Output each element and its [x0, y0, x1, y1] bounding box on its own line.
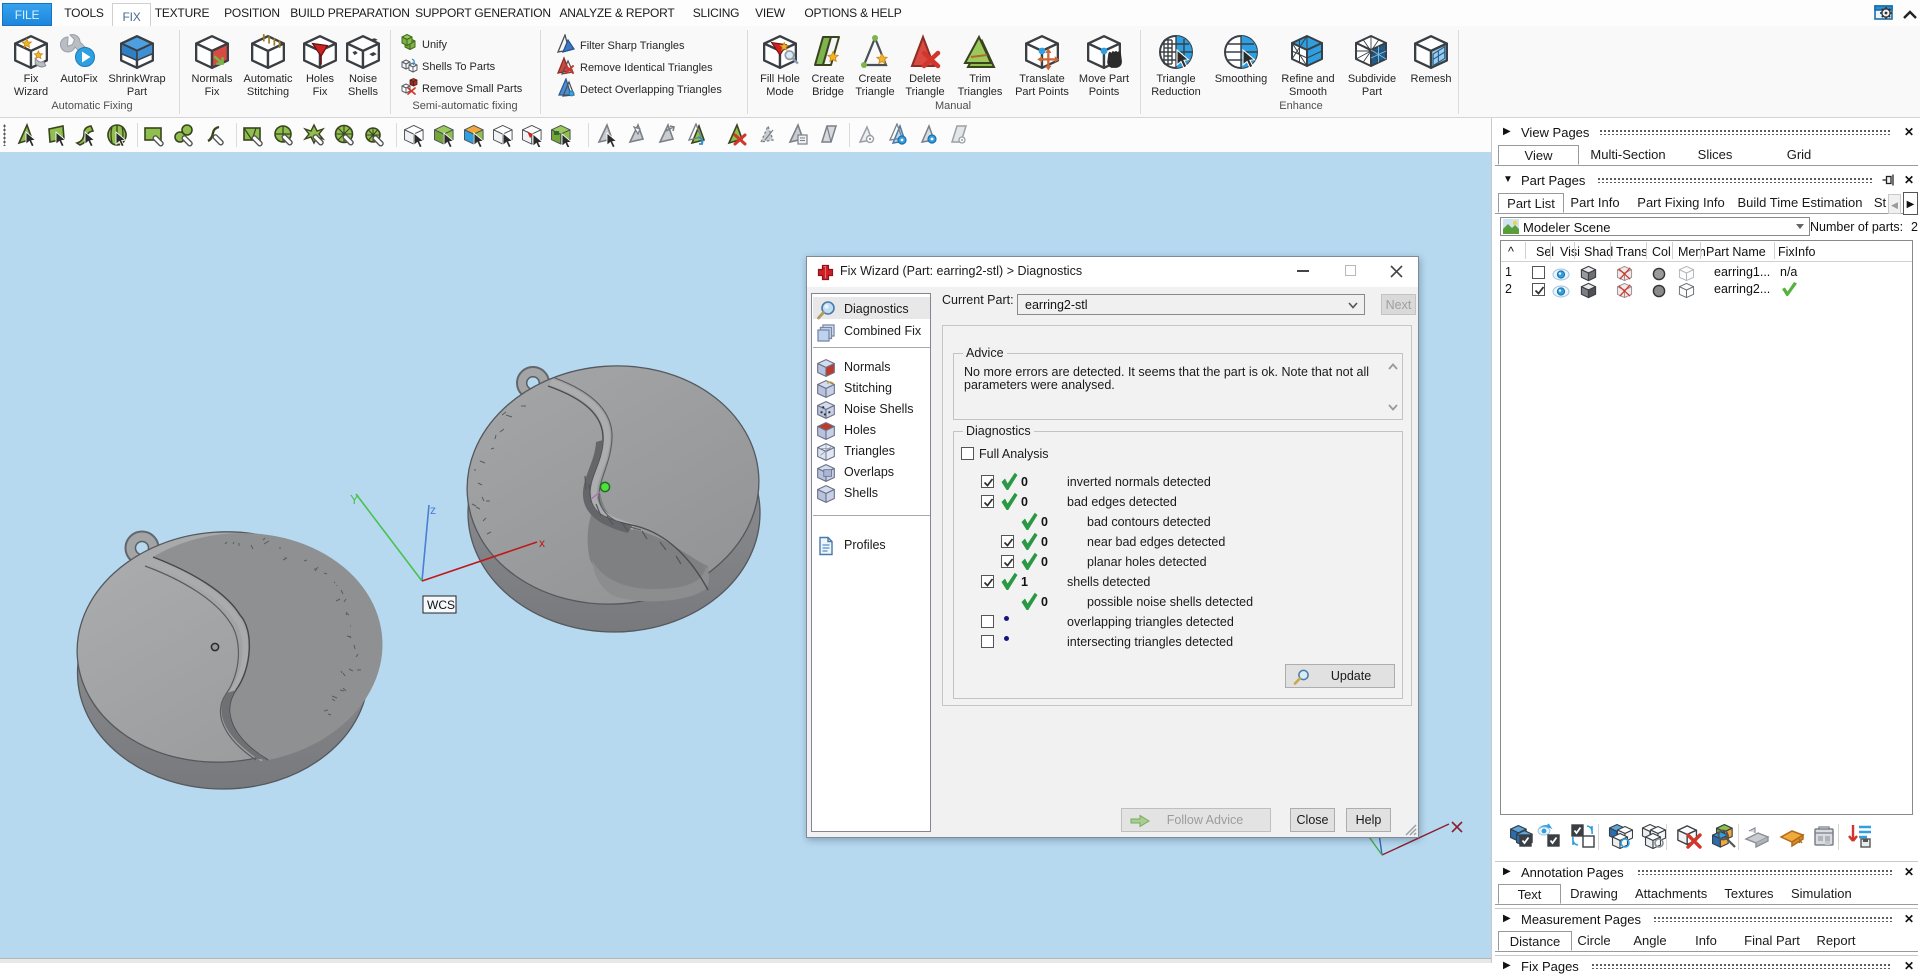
- svg-text:z: z: [430, 503, 436, 517]
- svg-text:Y: Y: [350, 492, 359, 507]
- svg-text:x: x: [539, 536, 545, 550]
- svg-text:WCS: WCS: [427, 598, 455, 612]
